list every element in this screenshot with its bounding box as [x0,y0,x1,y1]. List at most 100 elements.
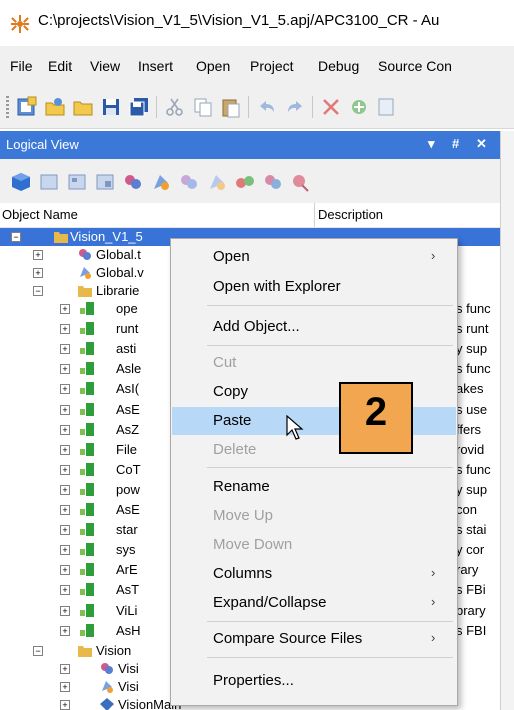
tree-row-label: Global.v [96,265,144,280]
panel-close-icon[interactable]: ✕ [476,136,487,152]
menu-item-delete[interactable]: Delete [171,436,457,464]
package-alt-icon[interactable] [178,171,200,193]
view-list-icon[interactable] [38,171,60,193]
view-details-icon[interactable] [66,171,88,193]
panel-pin-icon[interactable]: # [452,136,459,151]
cube-icon[interactable] [10,171,32,193]
menu-item-open-with-explorer[interactable]: Open with Explorer [171,273,457,301]
logical-view-header: Logical View ▾ # ✕ [0,131,500,159]
open-folder-icon[interactable] [72,96,94,118]
menu-item-paste[interactable]: Paste [171,407,457,435]
column-divider[interactable] [314,203,315,227]
paste-icon[interactable] [220,96,242,118]
toolbar-grip[interactable] [6,96,9,118]
delete-icon[interactable] [320,96,342,118]
expand-icon[interactable]: + [60,626,70,636]
menu-view[interactable]: View [90,58,120,74]
global-types-icon [79,249,91,260]
object-icon[interactable] [150,171,172,193]
open-project-icon[interactable] [44,96,66,118]
library-icon [80,523,94,536]
cut-icon[interactable] [164,96,186,118]
menu-item-cut[interactable]: Cut [171,349,457,377]
view-icons-icon[interactable] [94,171,116,193]
menu-item-properties[interactable]: Properties... [171,667,457,695]
expand-icon[interactable]: + [60,324,70,334]
menu-project[interactable]: Project [250,58,294,74]
expand-icon[interactable]: + [60,405,70,415]
compare-icon[interactable] [262,171,284,193]
expand-icon[interactable]: + [33,250,43,260]
expand-icon[interactable]: + [60,364,70,374]
menu-item-rename[interactable]: Rename [171,473,457,501]
collapse-icon[interactable]: − [11,232,21,242]
expand-icon[interactable]: + [60,485,70,495]
expand-icon[interactable]: + [60,682,70,692]
menu-item-move-up[interactable]: Move Up [171,502,457,530]
menu-item-label: Copy [213,383,249,400]
menu-item-label: Expand/Collapse [213,594,327,611]
tree-row-description: s stai [456,522,487,537]
expand-icon[interactable]: + [60,585,70,595]
expand-icon[interactable]: + [60,525,70,535]
menu-debug[interactable]: Debug [318,58,359,74]
expand-icon[interactable]: + [60,664,70,674]
tree-row-label: sys [116,542,136,557]
expand-icon[interactable]: + [60,344,70,354]
panel-menu-icon[interactable]: ▾ [428,136,435,152]
context-menu: Open › Open with Explorer Add Object... … [170,238,458,706]
collapse-icon[interactable]: − [33,646,43,656]
expand-icon[interactable]: + [33,268,43,278]
menu-item-add-object[interactable]: Add Object... [171,313,457,341]
step-number: 2 [364,390,388,434]
menu-item-move-down[interactable]: Move Down [171,531,457,559]
expand-icon[interactable]: + [60,505,70,515]
new-project-icon[interactable] [16,96,38,118]
tree-row-label: Librarie [96,283,140,298]
save-all-icon[interactable] [128,96,150,118]
menu-open[interactable]: Open [196,58,230,74]
link-icon[interactable] [234,171,256,193]
library-icon [80,362,94,375]
libraries-folder-icon [78,286,92,297]
menu-item-expand-collapse[interactable]: Expand/Collapse › [171,589,457,617]
expand-icon[interactable]: + [60,465,70,475]
menu-item-columns[interactable]: Columns › [171,560,457,588]
column-description[interactable]: Description [318,207,383,222]
tree-row-description: s runt [456,321,489,336]
tree-row-label: asti [116,341,137,356]
package-icon[interactable] [122,171,144,193]
expand-icon[interactable]: + [60,384,70,394]
expand-icon[interactable]: + [60,425,70,435]
expand-icon[interactable]: + [60,565,70,575]
save-icon[interactable] [100,96,122,118]
library-icon [80,604,94,617]
properties-icon[interactable] [376,96,398,118]
tree-row-label: ArE [116,562,138,577]
redo-icon[interactable] [284,96,306,118]
menu-file[interactable]: File [10,58,33,74]
menu-edit[interactable]: Edit [48,58,72,74]
menu-insert[interactable]: Insert [138,58,173,74]
object-alt-icon[interactable] [206,171,228,193]
expand-icon[interactable]: + [60,606,70,616]
tree-row-description: s func [456,462,491,477]
remove-icon[interactable] [290,171,312,193]
menu-source-control[interactable]: Source Con [378,58,452,74]
expand-icon[interactable]: + [60,445,70,455]
toolbar-separator [248,96,249,118]
expand-icon[interactable]: + [60,304,70,314]
menu-item-open[interactable]: Open › [171,243,457,271]
add-object-icon[interactable] [348,96,370,118]
expand-icon[interactable]: + [60,545,70,555]
copy-icon[interactable] [192,96,214,118]
tree-row-label: File [116,442,137,457]
undo-icon[interactable] [256,96,278,118]
expand-icon[interactable]: + [60,700,70,710]
window-title: C:\projects\Vision_V1_5\Vision_V1_5.apj/… [38,12,440,29]
column-object-name[interactable]: Object Name [2,207,78,222]
menu-item-compare-source-files[interactable]: Compare Source Files › [171,625,457,653]
menu-item-copy[interactable]: Copy [171,378,457,406]
collapse-icon[interactable]: − [33,286,43,296]
toolbar-separator [312,96,313,118]
